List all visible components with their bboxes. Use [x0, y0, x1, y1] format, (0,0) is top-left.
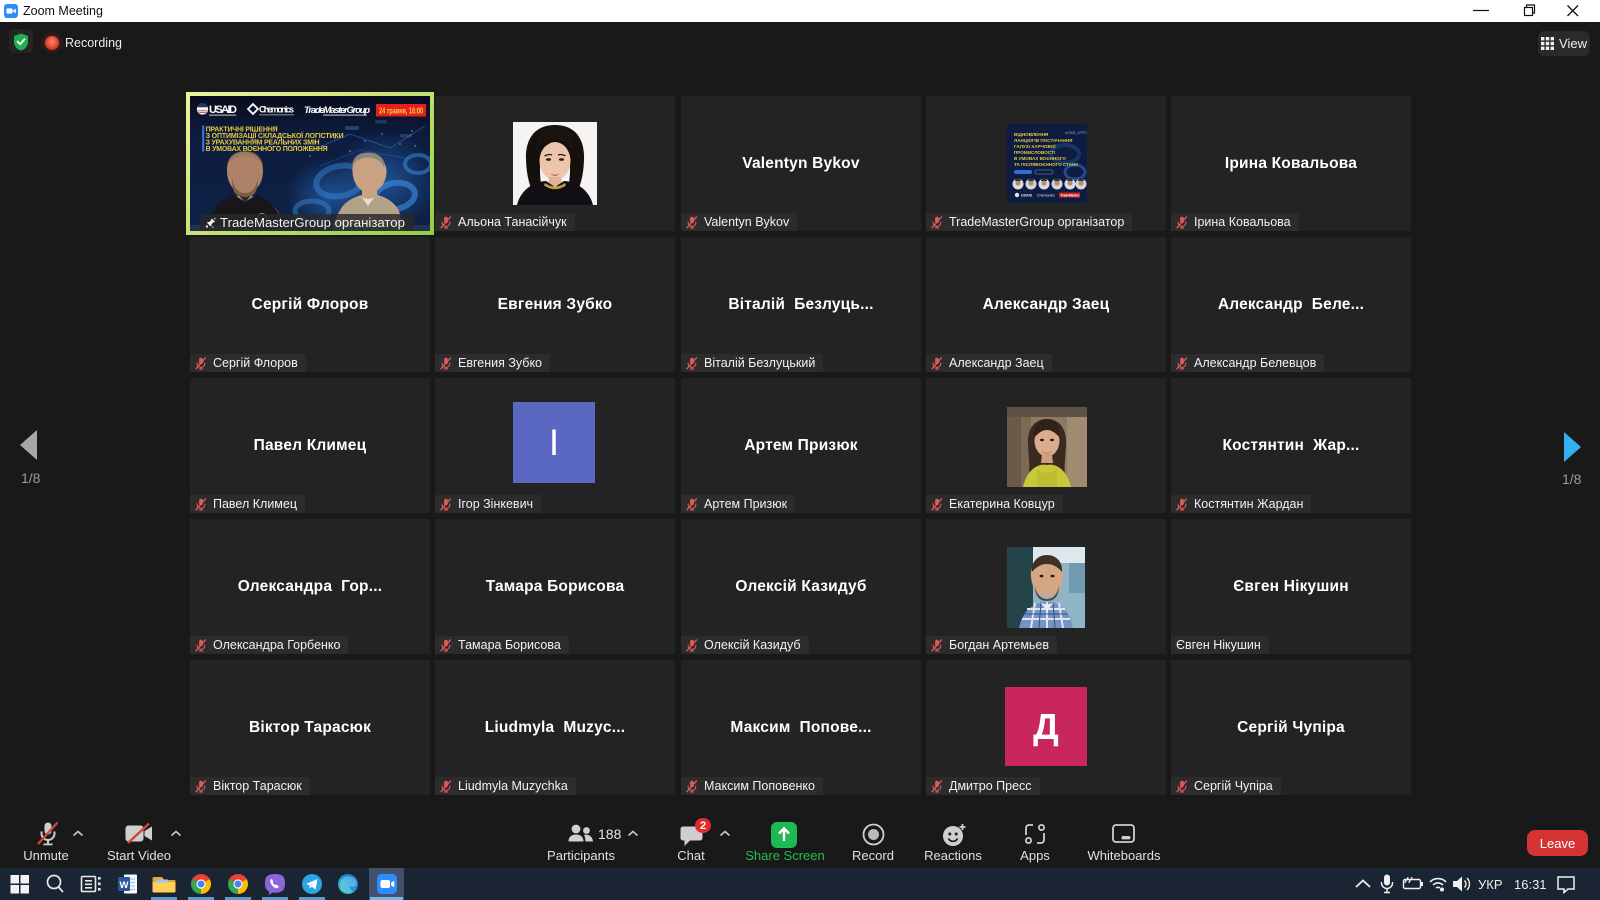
svg-text:USAID: USAID: [1021, 193, 1033, 197]
svg-text:#СВОЇ_АГРО: #СВОЇ_АГРО: [1065, 131, 1087, 135]
svg-text:Chemonics: Chemonics: [1037, 193, 1055, 197]
svg-text:TradeMasterGroup: TradeMasterGroup: [304, 105, 370, 116]
svg-text:В УМОВАХ ВОЄННОГО: В УМОВАХ ВОЄННОГО: [1014, 156, 1066, 161]
svg-text:ТА ПІСЛЯВОЄННОГО СТАНУ: ТА ПІСЛЯВОЄННОГО СТАНУ: [1014, 162, 1078, 167]
svg-text:ПРОМИСЛОВОСТІ: ПРОМИСЛОВОСТІ: [1014, 150, 1055, 155]
svg-text:ЛАНЦЮГІВ ПОСТАЧАННЯ: ЛАНЦЮГІВ ПОСТАЧАННЯ: [1014, 138, 1072, 143]
svg-text:W: W: [120, 880, 129, 891]
svg-text:ВІДНОВЛЕННЯ: ВІДНОВЛЕННЯ: [1014, 132, 1048, 137]
svg-text:USAID: USAID: [209, 104, 237, 116]
svg-text:ГАЛУЗІ ХАРЧОВОЇ: ГАЛУЗІ ХАРЧОВОЇ: [1014, 143, 1056, 149]
svg-text:TradeMaster: TradeMaster: [1061, 194, 1081, 198]
svg-text:Chemonics: Chemonics: [259, 105, 294, 115]
svg-text:24 травня, 16:00: 24 травня, 16:00: [379, 106, 423, 115]
svg-text:В УМОВАХ ВОЄННОГО ПОЛОЖЕННЯ: В УМОВАХ ВОЄННОГО ПОЛОЖЕННЯ: [206, 146, 328, 153]
